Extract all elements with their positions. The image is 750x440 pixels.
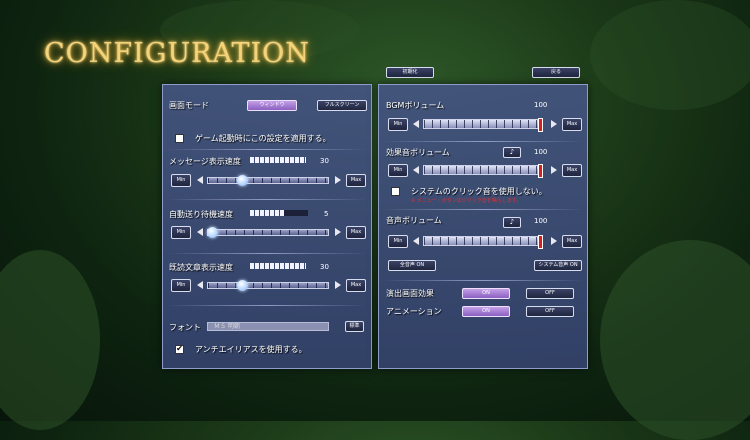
divider xyxy=(383,280,583,281)
fullscreen-button[interactable]: フルスクリーン xyxy=(317,100,367,111)
screen-effect-label: 演出画面効果 xyxy=(386,289,434,298)
se-min-button[interactable]: Min xyxy=(388,164,408,177)
divider xyxy=(167,149,367,150)
antialias-checkbox[interactable]: ✔ xyxy=(175,345,184,354)
system-voice-on-button[interactable]: システム音声 ON xyxy=(534,260,582,271)
auto-wait-label: 自動送り待機速度 xyxy=(169,210,233,219)
antialias-label: アンチエイリアスを使用する。 xyxy=(195,345,307,354)
foliage-decoration xyxy=(590,0,750,110)
foliage-decoration xyxy=(0,250,100,430)
right-arrow-icon[interactable] xyxy=(335,281,341,289)
bgm-volume-slider[interactable] xyxy=(423,118,543,132)
window-mode-button[interactable]: ウィンドウ xyxy=(247,100,297,111)
read-speed-label: 既読文章表示速度 xyxy=(169,263,233,272)
foliage-decoration xyxy=(600,240,750,440)
page-title: CONFIGURATION xyxy=(44,38,310,69)
msg-speed-slider[interactable] xyxy=(207,177,329,184)
voice-max-button[interactable]: Max xyxy=(562,235,582,248)
left-settings-panel: 画面モード ウィンドウ フルスクリーン ゲーム起動時にこの設定を適用する。 メッ… xyxy=(162,84,372,369)
animation-label: アニメーション xyxy=(386,307,442,316)
se-volume-label: 効果音ボリューム xyxy=(386,148,450,157)
msg-speed-level xyxy=(250,157,306,163)
startup-apply-checkbox[interactable] xyxy=(175,134,184,143)
auto-wait-min-button[interactable]: Min xyxy=(171,226,191,239)
font-select[interactable]: ＭＳ 明朝 xyxy=(207,322,329,331)
right-arrow-icon[interactable] xyxy=(551,120,557,128)
se-volume-slider[interactable] xyxy=(423,164,543,178)
init-button[interactable]: 初期化 xyxy=(386,67,434,78)
divider xyxy=(383,209,583,210)
animation-on-button[interactable]: ON xyxy=(462,306,510,317)
voice-volume-label: 音声ボリューム xyxy=(386,216,442,225)
bgm-volume-label: BGMボリューム xyxy=(386,101,445,110)
read-speed-value: 30 xyxy=(320,263,329,271)
left-arrow-icon[interactable] xyxy=(413,166,419,174)
read-speed-max-button[interactable]: Max xyxy=(346,279,366,292)
divider xyxy=(167,253,367,254)
back-button[interactable]: 戻る xyxy=(532,67,580,78)
msg-speed-slider-knob[interactable] xyxy=(237,175,248,186)
divider xyxy=(167,199,367,200)
auto-wait-level-empty xyxy=(284,210,308,216)
voice-min-button[interactable]: Min xyxy=(388,235,408,248)
sys-click-note: ※ メニュー・ボタンのクリック音を鳴らします。 xyxy=(411,198,522,204)
right-arrow-icon[interactable] xyxy=(551,237,557,245)
auto-wait-slider-knob[interactable] xyxy=(207,227,218,238)
font-standard-button[interactable]: 標準 xyxy=(345,321,364,332)
bgm-max-button[interactable]: Max xyxy=(562,118,582,131)
font-label: フォント xyxy=(169,323,201,332)
read-speed-slider[interactable] xyxy=(207,282,329,289)
msg-speed-label: メッセージ表示速度 xyxy=(169,157,241,166)
left-arrow-icon[interactable] xyxy=(197,176,203,184)
screen-effect-off-button[interactable]: OFF xyxy=(526,288,574,299)
sys-click-label: システムのクリック音を使用しない。 xyxy=(411,187,547,196)
se-max-button[interactable]: Max xyxy=(562,164,582,177)
right-arrow-icon[interactable] xyxy=(335,176,341,184)
voice-test-button[interactable]: ♪ xyxy=(503,217,521,228)
read-speed-min-button[interactable]: Min xyxy=(171,279,191,292)
right-arrow-icon[interactable] xyxy=(551,166,557,174)
animation-off-button[interactable]: OFF xyxy=(526,306,574,317)
voice-volume-slider[interactable] xyxy=(423,235,543,249)
left-arrow-icon[interactable] xyxy=(413,237,419,245)
auto-wait-max-button[interactable]: Max xyxy=(346,226,366,239)
divider xyxy=(383,141,583,142)
divider xyxy=(167,305,367,306)
sys-click-checkbox[interactable] xyxy=(391,187,400,196)
msg-speed-max-button[interactable]: Max xyxy=(346,174,366,187)
bgm-volume-value: 100 xyxy=(534,101,548,109)
voice-volume-value: 100 xyxy=(534,217,548,225)
read-speed-level xyxy=(250,263,306,269)
msg-speed-min-button[interactable]: Min xyxy=(171,174,191,187)
auto-wait-value: 5 xyxy=(324,210,329,218)
auto-wait-level xyxy=(250,210,284,216)
config-screen: { "title": "CONFIGURATION", "top_buttons… xyxy=(0,0,750,440)
read-speed-slider-knob[interactable] xyxy=(237,280,248,291)
left-arrow-icon[interactable] xyxy=(413,120,419,128)
screen-effect-on-button[interactable]: ON xyxy=(462,288,510,299)
msg-speed-value: 30 xyxy=(320,157,329,165)
left-arrow-icon[interactable] xyxy=(197,281,203,289)
se-volume-value: 100 xyxy=(534,148,548,156)
auto-wait-slider[interactable] xyxy=(207,229,329,236)
all-voice-on-button[interactable]: 全音声 ON xyxy=(388,260,436,271)
bgm-min-button[interactable]: Min xyxy=(388,118,408,131)
screen-mode-label: 画面モード xyxy=(169,101,209,110)
right-settings-panel: BGMボリューム 100 Min Max 効果音ボリューム ♪ 100 Min … xyxy=(378,84,588,369)
left-arrow-icon[interactable] xyxy=(197,228,203,236)
startup-apply-label: ゲーム起動時にこの設定を適用する。 xyxy=(195,134,331,143)
se-test-button[interactable]: ♪ xyxy=(503,147,521,158)
right-arrow-icon[interactable] xyxy=(335,228,341,236)
